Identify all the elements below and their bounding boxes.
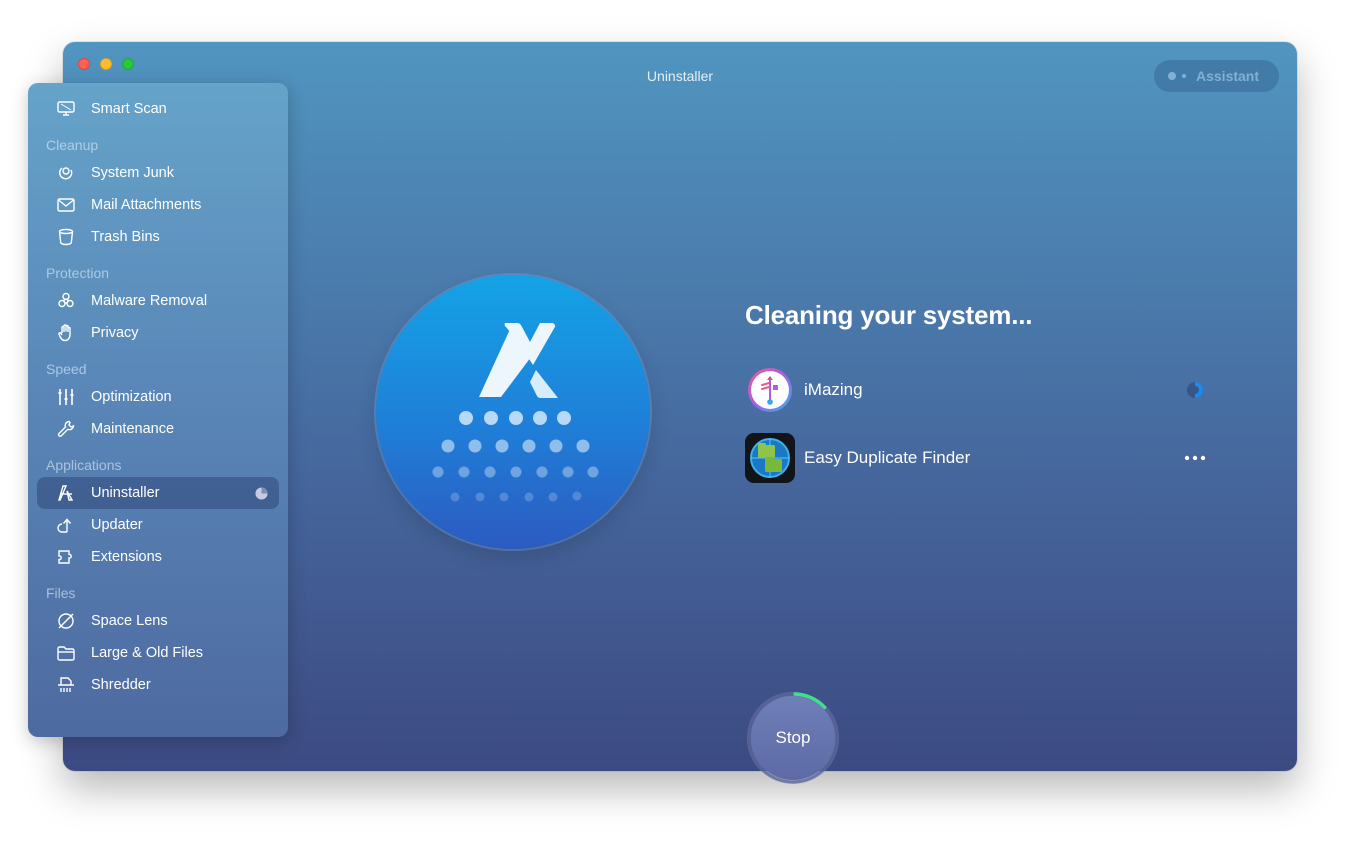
more-dots-icon[interactable]	[1183, 454, 1207, 462]
sidebar-item-maintenance[interactable]: Maintenance	[37, 413, 279, 445]
app-name: Easy Duplicate Finder	[804, 448, 971, 467]
pie-progress-icon	[255, 487, 268, 500]
wrench-icon	[55, 418, 77, 440]
uninstaller-logo-icon	[432, 323, 599, 502]
stop-button[interactable]: Stop	[751, 696, 835, 780]
sidebar-item-label: System Junk	[91, 165, 174, 181]
sidebar-item-label: Extensions	[91, 549, 162, 565]
mail-icon	[55, 194, 77, 216]
stop-control: Stop	[745, 690, 841, 786]
planet-icon	[55, 610, 77, 632]
sidebar-item-label: Uninstaller	[91, 485, 160, 501]
sidebar-item-label: Shredder	[91, 677, 151, 693]
app-list-item: Easy Duplicate Finder	[745, 433, 1207, 483]
sidebar-item-label: Optimization	[91, 389, 172, 405]
sliders-icon	[55, 386, 77, 408]
sidebar-item-label: Maintenance	[91, 421, 175, 437]
hand-icon	[55, 322, 77, 344]
sidebar-item-malware-removal[interactable]: Malware Removal	[37, 285, 279, 317]
sidebar: Smart Scan Cleanup System Junk Mail Atta…	[28, 83, 288, 737]
assistant-dot-icon	[1168, 72, 1176, 80]
folder-icon	[55, 642, 77, 664]
sidebar-item-space-lens[interactable]: Space Lens	[37, 605, 279, 637]
page-heading: Cleaning your system...	[745, 300, 1033, 330]
trash-icon	[55, 226, 77, 248]
system-junk-icon	[55, 162, 77, 184]
sidebar-item-extensions[interactable]: Extensions	[37, 541, 279, 573]
sidebar-item-large-old-files[interactable]: Large & Old Files	[37, 637, 279, 669]
sidebar-item-trash-bins[interactable]: Trash Bins	[37, 221, 279, 253]
sidebar-item-label: Updater	[91, 517, 143, 533]
section-label-speed: Speed	[46, 361, 87, 377]
easy-duplicate-finder-app-icon	[745, 433, 795, 483]
assistant-label: Assistant	[1196, 68, 1260, 84]
app-list-item: iMazing	[745, 365, 1205, 415]
puzzle-icon	[55, 546, 77, 568]
sidebar-item-smart-scan[interactable]: Smart Scan	[37, 93, 279, 125]
assistant-button[interactable]: Assistant	[1154, 60, 1279, 92]
sidebar-item-label: Trash Bins	[91, 229, 160, 245]
biohazard-icon	[55, 290, 77, 312]
sidebar-item-updater[interactable]: Updater	[37, 509, 279, 541]
sidebar-item-privacy[interactable]: Privacy	[37, 317, 279, 349]
spinner-icon	[1187, 382, 1203, 398]
sidebar-item-label: Smart Scan	[91, 101, 167, 117]
sidebar-item-system-junk[interactable]: System Junk	[37, 157, 279, 189]
imazing-app-icon	[748, 368, 792, 412]
updater-icon	[55, 514, 77, 536]
sidebar-item-mail-attachments[interactable]: Mail Attachments	[37, 189, 279, 221]
section-label-cleanup: Cleanup	[46, 137, 99, 153]
sidebar-item-label: Malware Removal	[91, 293, 208, 309]
monitor-icon	[55, 98, 77, 120]
section-label-applications: Applications	[46, 457, 122, 473]
section-label-files: Files	[46, 585, 76, 601]
sidebar-item-label: Space Lens	[91, 613, 168, 629]
shredder-icon	[55, 674, 77, 696]
sidebar-item-label: Privacy	[91, 325, 139, 341]
section-label-protection: Protection	[46, 265, 110, 281]
window-title: Uninstaller	[646, 68, 714, 84]
sidebar-item-uninstaller[interactable]: Uninstaller	[37, 477, 279, 509]
app-name: iMazing	[804, 380, 863, 399]
sidebar-item-label: Large & Old Files	[91, 645, 204, 661]
assistant-small-dot-icon	[1182, 74, 1186, 78]
uninstaller-icon	[55, 482, 77, 504]
sidebar-item-shredder[interactable]: Shredder	[37, 669, 279, 701]
uninstaller-hero-icon	[376, 275, 650, 549]
sidebar-item-label: Mail Attachments	[91, 197, 202, 213]
sidebar-item-optimization[interactable]: Optimization	[37, 381, 279, 413]
